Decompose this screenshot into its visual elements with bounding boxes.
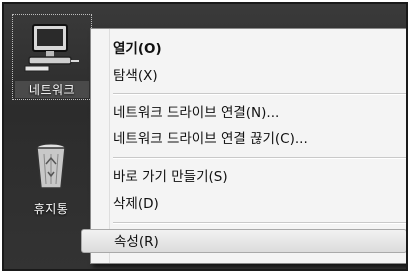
- menu-separator: [113, 222, 406, 224]
- recycle-bin-icon-label: 휴지통: [33, 202, 69, 216]
- menu-separator: [113, 93, 406, 95]
- menu-item-explore[interactable]: 탐색(X): [113, 64, 158, 88]
- menu-separator: [113, 157, 406, 159]
- recycle-bin-icon: [22, 140, 80, 192]
- menu-item-open[interactable]: 열기(O): [113, 37, 162, 61]
- menu-item-delete[interactable]: 삭제(D): [113, 192, 159, 216]
- menu-item-properties[interactable]: 속성(R): [81, 229, 406, 253]
- recycle-bin-desktop-icon[interactable]: 휴지통: [12, 134, 90, 224]
- screenshot-frame: 네트워크 휴지통 열기(O) 탐색(X) 네트워크 드라이브 연결(N)... …: [2, 2, 408, 271]
- menu-item-disconnect-network-drive[interactable]: 네트워크 드라이브 연결 끊기(C)...: [113, 127, 308, 151]
- network-computer-icon: [23, 21, 81, 73]
- context-menu: 열기(O) 탐색(X) 네트워크 드라이브 연결(N)... 네트워크 드라이브…: [81, 28, 406, 264]
- menu-item-create-shortcut[interactable]: 바로 가기 만들기(S): [113, 165, 228, 189]
- menu-icon-gutter: [91, 29, 110, 263]
- menu-item-map-network-drive[interactable]: 네트워크 드라이브 연결(N)...: [113, 101, 279, 125]
- network-desktop-icon[interactable]: 네트워크: [12, 14, 92, 100]
- network-icon-label: 네트워크: [15, 81, 89, 98]
